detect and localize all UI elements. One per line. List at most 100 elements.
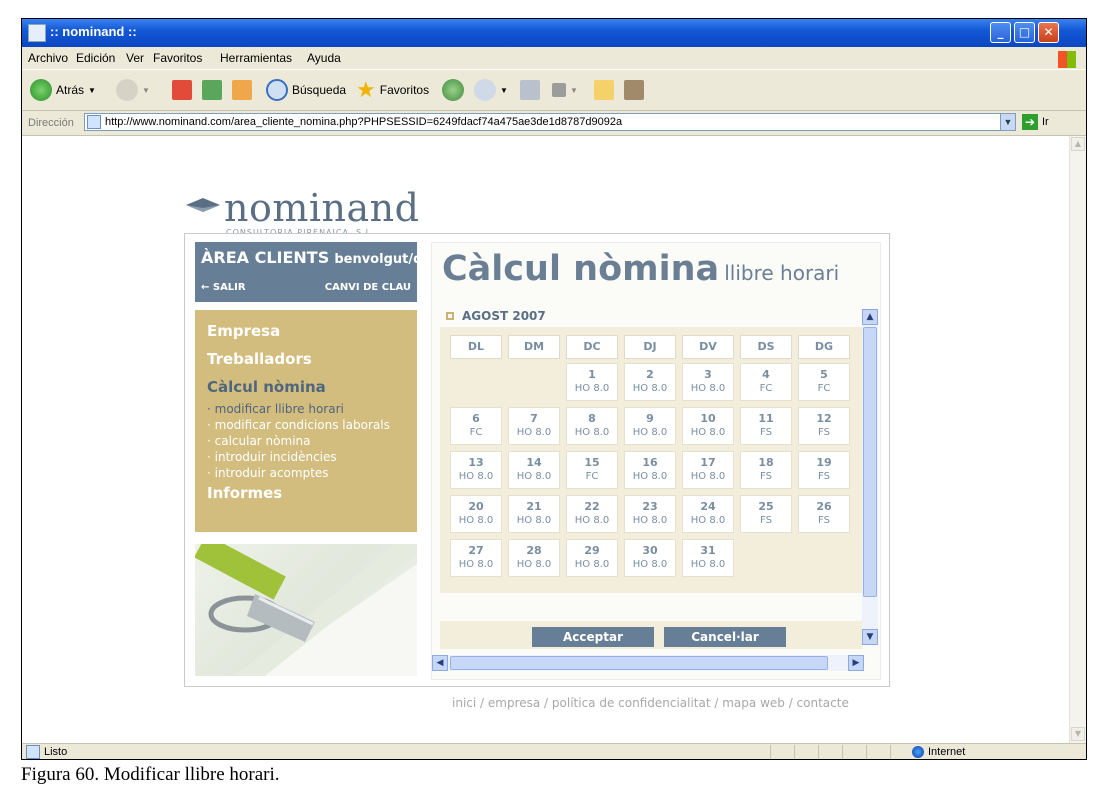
calendar-day[interactable]: 25 FS — [740, 495, 792, 533]
calendar-horizontal-scrollbar[interactable]: ◀ ▶ — [432, 655, 864, 671]
cancel-button[interactable]: Cancel·lar — [664, 627, 786, 647]
calendar-day[interactable]: 27 HO 8.0 — [450, 539, 502, 577]
calendar-vertical-scrollbar[interactable]: ▲ ▼ — [862, 309, 878, 645]
home-button[interactable] — [232, 78, 252, 102]
calendar-day[interactable]: 28 HO 8.0 — [508, 539, 560, 577]
menu-favoritos[interactable]: Favoritos — [153, 51, 202, 65]
screenshot-frame: :: nominand :: _ □ ✕ Archivo Edición Ver… — [21, 18, 1087, 760]
day-number: 13 — [468, 456, 484, 469]
nav-introduir-acomptes[interactable]: · introduir acomptes — [207, 466, 329, 480]
calendar-day[interactable]: 21 HO 8.0 — [508, 495, 560, 533]
calendar-day[interactable]: 2 HO 8.0 — [624, 363, 676, 401]
scroll-up-icon[interactable]: ▲ — [862, 309, 878, 325]
calendar-day[interactable]: 30 HO 8.0 — [624, 539, 676, 577]
calendar-day[interactable]: 17 HO 8.0 — [682, 451, 734, 489]
calendar-day[interactable]: 10 HO 8.0 — [682, 407, 734, 445]
research-button[interactable] — [624, 78, 644, 102]
go-arrow-icon[interactable]: ➔ — [1022, 114, 1038, 130]
history-button[interactable] — [442, 78, 464, 102]
calendar-day[interactable]: 11 FS — [740, 407, 792, 445]
calendar-day[interactable]: 26 FS — [798, 495, 850, 533]
calendar-day[interactable]: 7 HO 8.0 — [508, 407, 560, 445]
calendar-day[interactable]: 1 HO 8.0 — [566, 363, 618, 401]
scroll-down-icon[interactable]: ▼ — [1071, 727, 1085, 741]
day-number: 24 — [700, 500, 716, 513]
calendar-day[interactable]: 14 HO 8.0 — [508, 451, 560, 489]
calendar-day[interactable]: 18 FS — [740, 451, 792, 489]
calendar-day[interactable]: 31 HO 8.0 — [682, 539, 734, 577]
calendar-day[interactable]: 13 HO 8.0 — [450, 451, 502, 489]
calendar-day[interactable]: 12 FS — [798, 407, 850, 445]
side-navigation: Empresa Treballadors Càlcul nòmina · mod… — [195, 310, 417, 532]
calendar-day[interactable]: 5 FC — [798, 363, 850, 401]
stop-button[interactable] — [172, 78, 192, 102]
nav-modificar-llibre-horari[interactable]: · modificar llibre horari — [207, 402, 344, 416]
nav-modificar-condicions-laborals[interactable]: · modificar condicions laborals — [207, 418, 390, 432]
back-button[interactable]: Atrás ▼ — [30, 78, 96, 102]
minimize-button[interactable]: _ — [990, 22, 1011, 43]
stop-icon — [172, 80, 192, 100]
calendar-day[interactable]: 8 HO 8.0 — [566, 407, 618, 445]
calendar-day[interactable]: 3 HO 8.0 — [682, 363, 734, 401]
address-dropdown-icon[interactable]: ▼ — [1000, 113, 1016, 131]
day-hours: FS — [818, 427, 830, 438]
menu-herramientas[interactable]: Herramientas — [220, 51, 292, 65]
accept-button[interactable]: Acceptar — [532, 627, 654, 647]
day-hours: FC — [817, 383, 831, 394]
calendar-day[interactable]: 24 HO 8.0 — [682, 495, 734, 533]
address-input[interactable]: http://www.nominand.com/area_cliente_nom… — [84, 113, 1016, 131]
day-hours: FS — [818, 471, 830, 482]
scroll-thumb[interactable] — [863, 327, 877, 597]
printer-icon — [520, 80, 540, 100]
close-button[interactable]: ✕ — [1038, 22, 1059, 43]
calendar-day[interactable]: 15 FC — [566, 451, 618, 489]
folder-button[interactable] — [594, 78, 614, 102]
address-label: Dirección — [28, 117, 74, 129]
scroll-right-icon[interactable]: ▶ — [848, 655, 864, 671]
browser-vertical-scrollbar[interactable]: ▲ ▼ — [1069, 136, 1086, 743]
day-hours: HO 8.0 — [632, 383, 668, 394]
scroll-up-icon[interactable]: ▲ — [1071, 137, 1085, 151]
scroll-left-icon[interactable]: ◀ — [432, 655, 448, 671]
menu-edicion[interactable]: Edición — [76, 51, 115, 65]
calendar-day[interactable]: 19 FS — [798, 451, 850, 489]
calendar-day[interactable]: 23 HO 8.0 — [624, 495, 676, 533]
calendar-day[interactable]: 22 HO 8.0 — [566, 495, 618, 533]
day-hours: FS — [818, 515, 830, 526]
calendar-day[interactable]: 9 HO 8.0 — [624, 407, 676, 445]
logout-link[interactable]: ← SALIR — [201, 282, 246, 293]
scroll-down-icon[interactable]: ▼ — [862, 629, 878, 645]
scroll-thumb[interactable] — [450, 656, 828, 670]
change-key-link[interactable]: CANVI DE CLAU — [325, 282, 411, 293]
nav-calcular-nomina[interactable]: · calcular nòmina — [207, 434, 310, 448]
day-hours: FC — [469, 427, 483, 438]
go-button[interactable]: Ir — [1042, 116, 1049, 128]
footer-links[interactable]: inici / empresa / política de confidenci… — [452, 696, 849, 710]
calendar-day[interactable]: 29 HO 8.0 — [566, 539, 618, 577]
forward-button[interactable]: ▼ — [116, 78, 150, 102]
calendar-day[interactable]: 20 HO 8.0 — [450, 495, 502, 533]
menu-ayuda[interactable]: Ayuda — [307, 51, 341, 65]
nav-informes[interactable]: Informes — [207, 484, 282, 502]
search-button[interactable]: Búsqueda — [266, 78, 346, 102]
edit-button[interactable]: ▼ — [552, 78, 578, 102]
calendar-day[interactable]: 16 HO 8.0 — [624, 451, 676, 489]
menu-archivo[interactable]: Archivo — [28, 51, 68, 65]
clients-area-box: ÀREA CLIENTS benvolgut/da, ← SALIR CANVI… — [195, 242, 436, 302]
menu-ver[interactable]: Ver — [126, 51, 144, 65]
day-number: 14 — [526, 456, 542, 469]
nav-empresa[interactable]: Empresa — [207, 322, 280, 340]
calendar-day[interactable]: 4 FC — [740, 363, 792, 401]
nav-introduir-incidencies[interactable]: · introduir incidències — [207, 450, 337, 464]
favorites-button[interactable]: ★ Favoritos — [356, 78, 429, 102]
maximize-button[interactable]: □ — [1014, 22, 1035, 43]
refresh-button[interactable] — [202, 78, 222, 102]
mail-button[interactable]: ▼ — [474, 78, 508, 102]
zone-label: Internet — [928, 746, 966, 758]
window-title-bar: :: nominand :: _ □ ✕ — [22, 19, 1086, 47]
nav-calcul-nomina[interactable]: Càlcul nòmina — [207, 378, 326, 396]
calendar-day[interactable]: 6 FC — [450, 407, 502, 445]
nav-treballadors[interactable]: Treballadors — [207, 350, 312, 368]
print-button[interactable] — [520, 78, 540, 102]
month-label: AGOST 2007 — [446, 309, 546, 323]
